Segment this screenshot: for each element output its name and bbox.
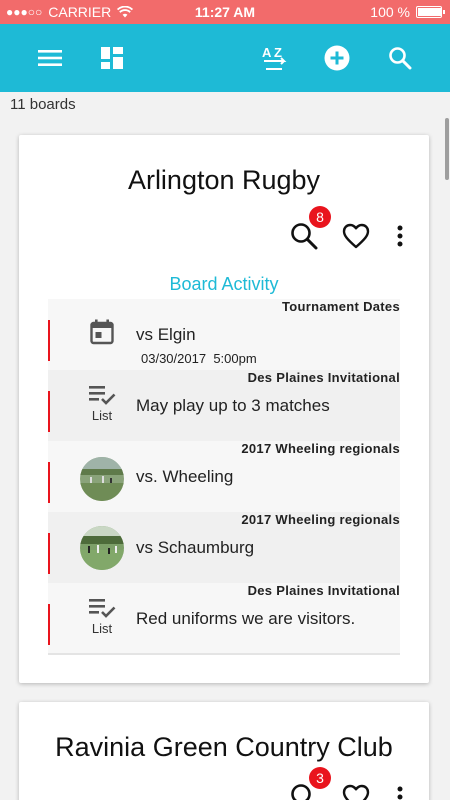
svg-text:Z: Z [274,45,282,60]
favorite-button[interactable] [341,221,371,251]
battery-percent: 100 % [370,4,410,20]
activity-group: Tournament Dates [282,299,400,314]
board-title[interactable]: Arlington Rugby [19,165,429,196]
activity-feed[interactable]: Tournament Dates vs Elgin 03/30/2017 5:0… [48,299,400,655]
search-button[interactable] [380,38,420,78]
activity-text: May play up to 3 matches [136,396,330,415]
activity-item[interactable]: Des Plaines Invitational List Red unifor… [48,583,400,654]
more-vert-icon [397,786,403,800]
add-board-button[interactable] [317,38,357,78]
activity-text: Red uniforms we are visitors. [136,609,356,628]
app-bar: A Z [0,24,450,92]
more-options-button[interactable] [393,782,407,800]
photo-thumbnail[interactable] [80,526,124,570]
activity-marker [48,462,50,503]
calendar-icon [90,319,114,345]
heart-outline-icon [342,784,370,800]
board-title[interactable]: Ravinia Green Country Club [19,732,429,763]
board-card[interactable]: Ravinia Green Country Club 3 [19,702,429,800]
activity-marker [48,533,50,574]
activity-marker [48,604,50,645]
activity-time: 5:00pm [213,351,257,366]
activity-item[interactable]: 2017 Wheeling regionals vs. Wheeling [48,441,400,512]
icon-label: List [91,408,113,423]
add-circle-icon [324,45,350,71]
activity-marker [48,320,50,361]
board-count: 11 boards [10,96,76,113]
feed-divider [48,653,400,655]
board-card[interactable]: Arlington Rugby 8 Board Activity Tournam… [19,135,429,683]
activity-text: vs Schaumburg [136,538,255,557]
notification-badge: 8 [309,206,331,228]
status-bar: ●●●○○ CARRIER 11:27 AM 100 % [0,0,450,24]
activity-group: Des Plaines Invitational [247,370,400,385]
search-icon [389,47,412,70]
activity-datetime: 03/30/2017 5:00pm [141,351,257,366]
activity-marker [48,391,50,432]
sort-az-button[interactable]: A Z [254,38,294,78]
dashboard-icon [101,47,123,69]
activity-group: Des Plaines Invitational [247,583,400,598]
board-search-button[interactable]: 3 [289,767,331,800]
board-search-button[interactable]: 8 [289,206,331,251]
activity-text: vs. Wheeling [136,467,234,486]
activity-item[interactable]: Tournament Dates vs Elgin 03/30/2017 5:0… [48,299,400,370]
activity-text: vs Elgin [136,325,196,344]
icon-label: List [91,621,113,636]
activity-item[interactable]: Des Plaines Invitational List May play u… [48,370,400,441]
more-vert-icon [397,225,403,247]
sort-az-icon: A Z [262,45,287,70]
activity-item[interactable]: 2017 Wheeling regionals vs Schaumburg [48,512,400,583]
activity-group: 2017 Wheeling regionals [241,441,400,456]
list-check-icon [89,386,116,405]
favorite-button[interactable] [341,782,371,800]
heart-outline-icon [342,223,370,249]
activity-group: 2017 Wheeling regionals [241,512,400,527]
svg-text:A: A [262,45,272,60]
dashboard-button[interactable] [92,38,132,78]
menu-icon [38,50,62,66]
section-title: Board Activity [169,274,279,294]
battery-icon [416,6,445,18]
menu-button[interactable] [30,38,70,78]
notification-badge: 3 [309,767,331,789]
more-options-button[interactable] [393,221,407,251]
photo-thumbnail[interactable] [80,457,124,501]
scrollbar[interactable] [445,118,449,180]
activity-date: 03/30/2017 [141,351,207,366]
list-check-icon [89,599,116,618]
